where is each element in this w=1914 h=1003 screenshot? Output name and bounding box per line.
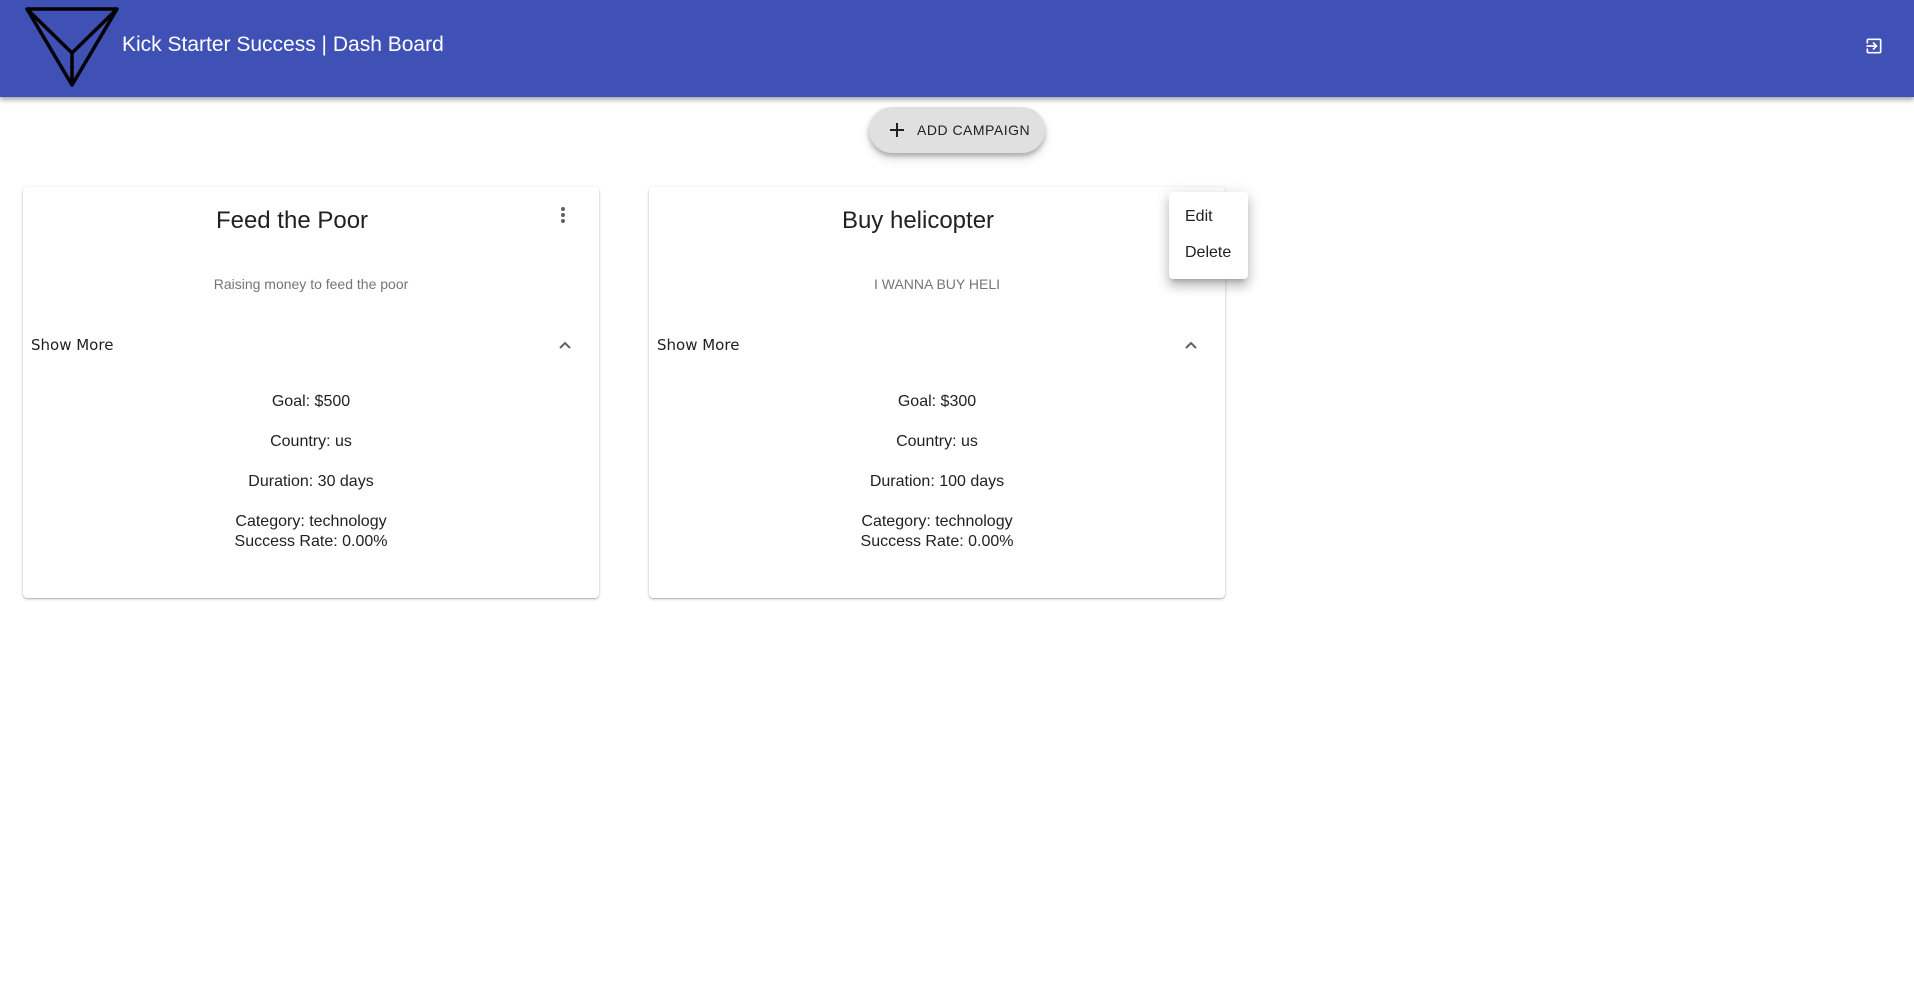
campaign-card: Buy helicopter I WANNA BUY HELI Show Mor…: [649, 187, 1225, 598]
chevron-up-icon: [553, 333, 577, 357]
category-text: Category: technology: [235, 513, 387, 530]
show-more-label: Show More: [657, 336, 740, 354]
more-vert-icon: [560, 206, 566, 229]
show-more-label: Show More: [31, 336, 114, 354]
menu-item-delete[interactable]: Delete: [1185, 244, 1231, 262]
success-rate-text: Success Rate: 0.00%: [860, 533, 1014, 550]
category-text: Category: technology: [861, 513, 1013, 530]
exit-to-app-icon: [1864, 36, 1884, 61]
goal-text: Goal: $300: [897, 393, 977, 410]
campaign-description: I WANNA BUY HELI: [873, 276, 1001, 292]
campaign-card: Feed the Poor Raising money to feed the …: [23, 187, 599, 598]
country-text: Country: us: [896, 433, 978, 450]
plus-icon: [887, 120, 907, 140]
menu-item-edit[interactable]: Edit: [1185, 208, 1213, 226]
success-rate-text: Success Rate: 0.00%: [234, 533, 388, 550]
card-options-menu: Edit Delete: [1169, 192, 1248, 279]
chevron-up-icon: [1179, 333, 1203, 357]
campaign-title: Feed the Poor: [215, 207, 369, 234]
add-campaign-button[interactable]: ADD CAMPAIGN: [869, 107, 1045, 153]
country-text: Country: us: [270, 433, 352, 450]
more-options-button[interactable]: [551, 205, 575, 229]
app-bar: Kick Starter Success | Dash Board: [0, 0, 1914, 97]
app-title: Kick Starter Success | Dash Board: [122, 33, 444, 56]
campaign-details: Goal: $300 Country: us Duration: 100 day…: [649, 392, 1225, 552]
duration-text: Duration: 30 days: [248, 473, 374, 490]
duration-text: Duration: 100 days: [869, 473, 1005, 490]
campaign-description: Raising money to feed the poor: [213, 276, 409, 292]
campaign-details: Goal: $500 Country: us Duration: 30 days…: [23, 392, 599, 552]
show-more-toggle[interactable]: Show More: [649, 327, 1225, 363]
add-campaign-label: ADD CAMPAIGN: [917, 122, 1031, 138]
campaign-title: Buy helicopter: [841, 207, 995, 234]
logout-button[interactable]: [1856, 30, 1892, 66]
goal-text: Goal: $500: [271, 393, 351, 410]
triangle-logo-icon: [24, 6, 120, 88]
show-more-toggle[interactable]: Show More: [23, 327, 599, 363]
